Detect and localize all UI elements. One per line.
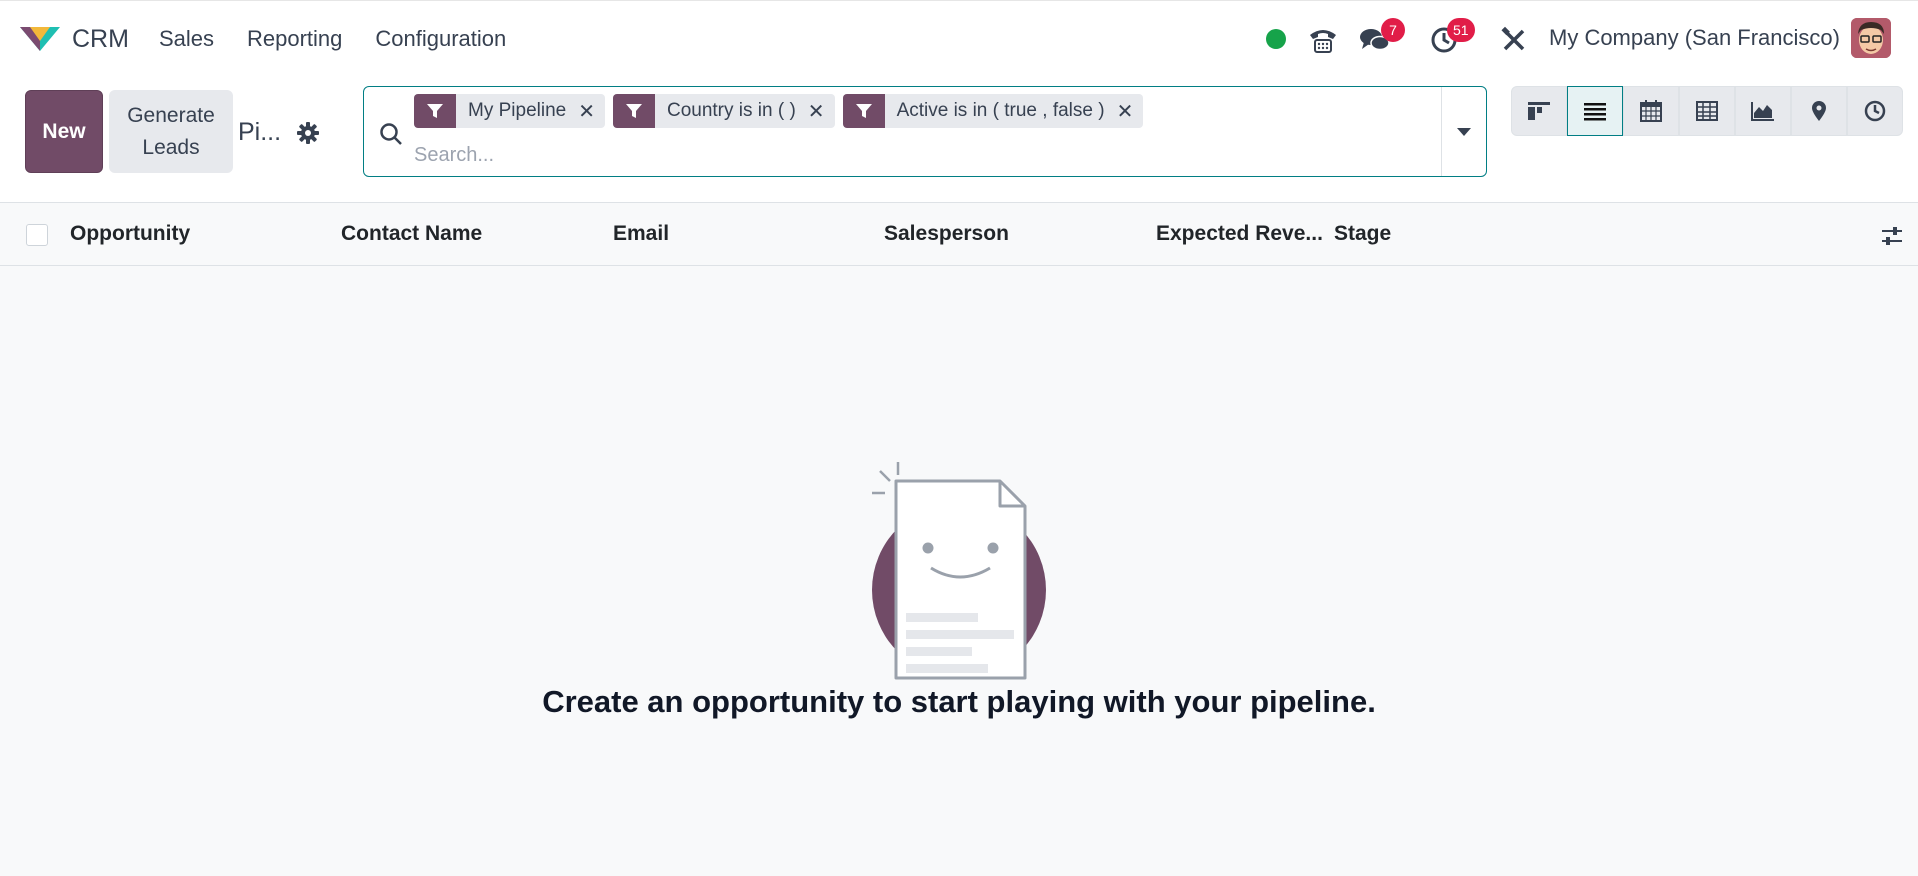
facet-my-pipeline[interactable]: My Pipeline ✕ bbox=[414, 94, 605, 128]
gear-icon[interactable] bbox=[296, 121, 320, 145]
generate-leads-button[interactable]: Generate Leads bbox=[109, 90, 233, 173]
graph-view-icon bbox=[1751, 102, 1774, 121]
column-header-salesperson[interactable]: Salesperson bbox=[884, 222, 1009, 246]
activity-view-button[interactable] bbox=[1847, 86, 1903, 136]
breadcrumb[interactable]: Pi... bbox=[238, 118, 281, 147]
caret-down-icon bbox=[1457, 127, 1471, 136]
column-header-expected-revenue[interactable]: Expected Reve... bbox=[1156, 222, 1323, 246]
search-panel: My Pipeline ✕ Country is in ( ) ✕ Active… bbox=[363, 86, 1487, 177]
facet-label: Country is in ( ) bbox=[666, 100, 796, 121]
empty-state: Create an opportunity to start playing w… bbox=[0, 450, 1918, 750]
close-icon[interactable]: ✕ bbox=[578, 99, 605, 124]
list-view-button[interactable] bbox=[1567, 86, 1623, 136]
kanban-view-icon bbox=[1528, 102, 1550, 120]
phone-icon[interactable] bbox=[1306, 23, 1340, 57]
close-icon[interactable]: ✕ bbox=[1117, 99, 1144, 124]
search-icon bbox=[380, 123, 402, 145]
crm-app-logo-icon[interactable] bbox=[18, 19, 62, 59]
menu-reporting[interactable]: Reporting bbox=[247, 26, 342, 52]
facet-country[interactable]: Country is in ( ) ✕ bbox=[612, 94, 835, 128]
top-navbar: CRM Sales Reporting Configuration 7 51 M… bbox=[0, 0, 1918, 76]
navbar-left: CRM Sales Reporting Configuration bbox=[18, 1, 539, 77]
search-options-toggle[interactable] bbox=[1441, 87, 1486, 176]
menu-sales[interactable]: Sales bbox=[159, 26, 214, 52]
kanban-view-button[interactable] bbox=[1511, 86, 1567, 136]
empty-state-message: Create an opportunity to start playing w… bbox=[542, 684, 1376, 719]
filter-icon bbox=[612, 94, 655, 128]
search-input[interactable] bbox=[414, 139, 1414, 171]
pivot-view-button[interactable] bbox=[1679, 86, 1735, 136]
presence-status-icon[interactable] bbox=[1266, 29, 1286, 49]
menu-configuration[interactable]: Configuration bbox=[375, 26, 506, 52]
calendar-view-button[interactable] bbox=[1623, 86, 1679, 136]
view-switcher bbox=[1511, 86, 1903, 136]
facet-active[interactable]: Active is in ( true , false ) ✕ bbox=[842, 94, 1144, 128]
optional-columns-sliders-icon[interactable] bbox=[1880, 224, 1904, 248]
list-view-icon bbox=[1584, 103, 1606, 121]
calendar-view-icon bbox=[1640, 100, 1662, 122]
filter-icon bbox=[414, 94, 456, 128]
map-view-button[interactable] bbox=[1791, 86, 1847, 136]
smiling-document-illustration-icon bbox=[872, 462, 1046, 680]
column-header-email[interactable]: Email bbox=[613, 222, 669, 246]
filter-icon bbox=[842, 94, 885, 128]
close-icon[interactable]: ✕ bbox=[808, 99, 835, 124]
pivot-view-icon bbox=[1696, 101, 1718, 121]
column-header-stage[interactable]: Stage bbox=[1334, 222, 1391, 246]
column-header-opportunity[interactable]: Opportunity bbox=[70, 222, 190, 246]
activities-badge: 51 bbox=[1447, 18, 1475, 42]
user-avatar-face-icon bbox=[1851, 18, 1891, 58]
list-header: Opportunity Contact Name Email Salespers… bbox=[0, 204, 1918, 266]
new-button[interactable]: New bbox=[25, 90, 103, 173]
graph-view-button[interactable] bbox=[1735, 86, 1791, 136]
select-all-checkbox[interactable] bbox=[26, 224, 48, 246]
column-header-contact-name[interactable]: Contact Name bbox=[341, 222, 482, 246]
activity-view-icon bbox=[1864, 100, 1886, 122]
company-switcher[interactable]: My Company (San Francisco) bbox=[1549, 25, 1840, 51]
map-view-icon bbox=[1812, 101, 1826, 121]
user-avatar[interactable] bbox=[1851, 18, 1891, 58]
search-facets: My Pipeline ✕ Country is in ( ) ✕ Active… bbox=[414, 94, 1151, 128]
app-name[interactable]: CRM bbox=[72, 25, 129, 54]
messages-badge: 7 bbox=[1381, 18, 1405, 42]
facet-label: Active is in ( true , false ) bbox=[896, 100, 1105, 121]
debug-tools-icon[interactable] bbox=[1497, 23, 1531, 57]
control-panel: New Generate Leads Pi... My Pipeline ✕ C… bbox=[0, 76, 1918, 203]
facet-label: My Pipeline bbox=[468, 100, 567, 121]
